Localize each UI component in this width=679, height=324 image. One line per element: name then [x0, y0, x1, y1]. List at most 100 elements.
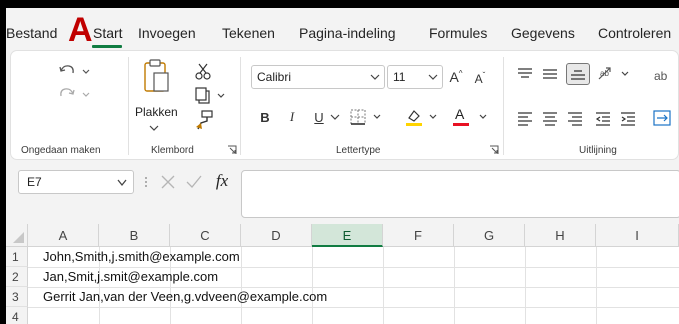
more-dots-icon [145, 177, 147, 187]
decrease-indent-button[interactable] [594, 109, 612, 127]
tab-start[interactable]: Start [93, 25, 123, 41]
column-header-a[interactable]: A [28, 224, 99, 247]
enter-button[interactable] [184, 172, 204, 192]
align-center-icon [543, 112, 557, 126]
wrap-text-button[interactable] [651, 107, 673, 129]
decrease-indent-icon [595, 112, 610, 126]
group-label-clipboard: Klembord [151, 145, 194, 156]
font-name-combo[interactable]: Calibri [251, 65, 385, 89]
enter-icon [186, 175, 202, 188]
font-name-value: Calibri [257, 70, 292, 84]
paste-dropdown[interactable] [147, 123, 161, 133]
chevron-down-icon [149, 125, 159, 131]
copy-icon [195, 87, 225, 104]
cell-a3[interactable]: Gerrit Jan,van der Veen,g.vdveen@example… [43, 287, 327, 307]
align-bottom-button[interactable] [566, 63, 590, 85]
formula-input[interactable] [241, 170, 679, 218]
align-center-button[interactable] [541, 109, 559, 127]
copy-button[interactable] [193, 85, 227, 105]
row-header-1[interactable]: 1 [6, 247, 28, 267]
chevron-down-icon [370, 74, 380, 80]
cut-icon [195, 63, 211, 80]
ribbon-tabs: Bestand Start Invoegen Tekenen Pagina-in… [6, 8, 679, 48]
column-header-e[interactable]: E [312, 224, 383, 247]
clipboard-launcher[interactable] [227, 145, 237, 155]
select-all-corner[interactable] [6, 224, 28, 247]
cell-a1[interactable]: John,Smith,j.smith@example.com [43, 247, 240, 267]
name-box-value: E7 [27, 175, 42, 189]
column-header-i[interactable]: I [596, 224, 679, 247]
orientation-button[interactable]: ab [596, 64, 632, 84]
column-header-c[interactable]: C [170, 224, 241, 247]
chevron-down-icon [330, 114, 340, 120]
paste-label[interactable]: Plakken [135, 105, 178, 119]
increase-indent-icon [621, 112, 635, 126]
align-middle-button[interactable] [541, 65, 559, 83]
underline-button[interactable]: U [312, 108, 326, 126]
borders-button[interactable] [349, 108, 385, 126]
insert-function-button[interactable]: fx [210, 170, 234, 192]
cell-a2[interactable]: Jan,Smit,j.smit@example.com [43, 267, 218, 287]
row-header-3[interactable]: 3 [6, 287, 28, 307]
name-box[interactable]: E7 [18, 170, 134, 194]
align-top-icon [518, 68, 532, 78]
font-size-combo[interactable]: 11 [387, 65, 443, 89]
undo-button[interactable] [55, 61, 91, 81]
gridline [312, 247, 313, 324]
cut-button[interactable] [193, 61, 213, 81]
italic-button[interactable]: I [285, 108, 299, 126]
wrap-text-label-partial[interactable]: ab [654, 69, 667, 83]
align-left-icon [518, 112, 532, 126]
dialog-launcher-icon [228, 145, 237, 154]
paste-icon [144, 59, 169, 92]
row-header-2[interactable]: 2 [6, 267, 28, 287]
underline-dropdown[interactable] [329, 111, 341, 123]
tab-formules[interactable]: Formules [429, 25, 487, 41]
align-left-button[interactable] [516, 109, 534, 127]
format-painter-button[interactable] [193, 109, 215, 131]
dialog-launcher-icon [490, 145, 499, 154]
column-header-f[interactable]: F [383, 224, 454, 247]
group-label-font: Lettertype [336, 145, 381, 156]
align-top-button[interactable] [516, 65, 534, 83]
bold-button[interactable]: B [258, 108, 272, 126]
font-size-value: 11 [393, 70, 406, 84]
column-header-b[interactable]: B [99, 224, 170, 247]
column-header-d[interactable]: D [241, 224, 312, 247]
undo-icon [59, 65, 90, 74]
fill-color-icon [406, 110, 437, 126]
tab-gegevens[interactable]: Gegevens [511, 25, 575, 41]
decrease-font-button[interactable]: Aˇ [471, 69, 489, 89]
gridline [454, 247, 455, 324]
tab-controleren[interactable]: Controleren [598, 25, 671, 41]
ribbon-panel: Ongedaan maken Plakken Klembord Calibri [10, 50, 679, 160]
tab-bestand[interactable]: Bestand [6, 25, 57, 41]
group-label-undo: Ongedaan maken [21, 145, 101, 156]
formula-bar: E7 fx [6, 166, 679, 222]
ribbon-separator [503, 57, 504, 155]
tab-invoegen[interactable]: Invoegen [138, 25, 196, 41]
svg-text:ab: ab [600, 69, 609, 78]
wrap-text-icon [653, 110, 671, 126]
column-header-g[interactable]: G [454, 224, 525, 247]
redo-button[interactable] [55, 84, 91, 104]
borders-icon [350, 109, 381, 125]
gridline [241, 247, 242, 324]
increase-font-button[interactable]: A ^ [447, 67, 465, 87]
chevron-down-icon [428, 74, 438, 80]
select-all-triangle-icon [13, 232, 24, 243]
excel-window: Bestand Start Invoegen Tekenen Pagina-in… [6, 8, 679, 324]
tab-tekenen[interactable]: Tekenen [222, 25, 275, 41]
cancel-entry-button[interactable] [158, 172, 178, 192]
chevron-down-icon [117, 179, 127, 187]
paste-button[interactable] [141, 57, 171, 95]
tab-pagina-indeling[interactable]: Pagina-indeling [299, 25, 396, 41]
column-header-h[interactable]: H [525, 224, 596, 247]
font-launcher[interactable] [489, 145, 499, 155]
font-color-button[interactable]: A [451, 106, 491, 128]
fill-color-button[interactable] [403, 106, 441, 128]
worksheet-grid: A B C D E F G H I 1 2 3 4 John,Smith,j.s… [6, 224, 679, 324]
row-header-4[interactable]: 4 [6, 307, 28, 324]
increase-indent-button[interactable] [619, 109, 637, 127]
align-right-button[interactable] [566, 109, 584, 127]
